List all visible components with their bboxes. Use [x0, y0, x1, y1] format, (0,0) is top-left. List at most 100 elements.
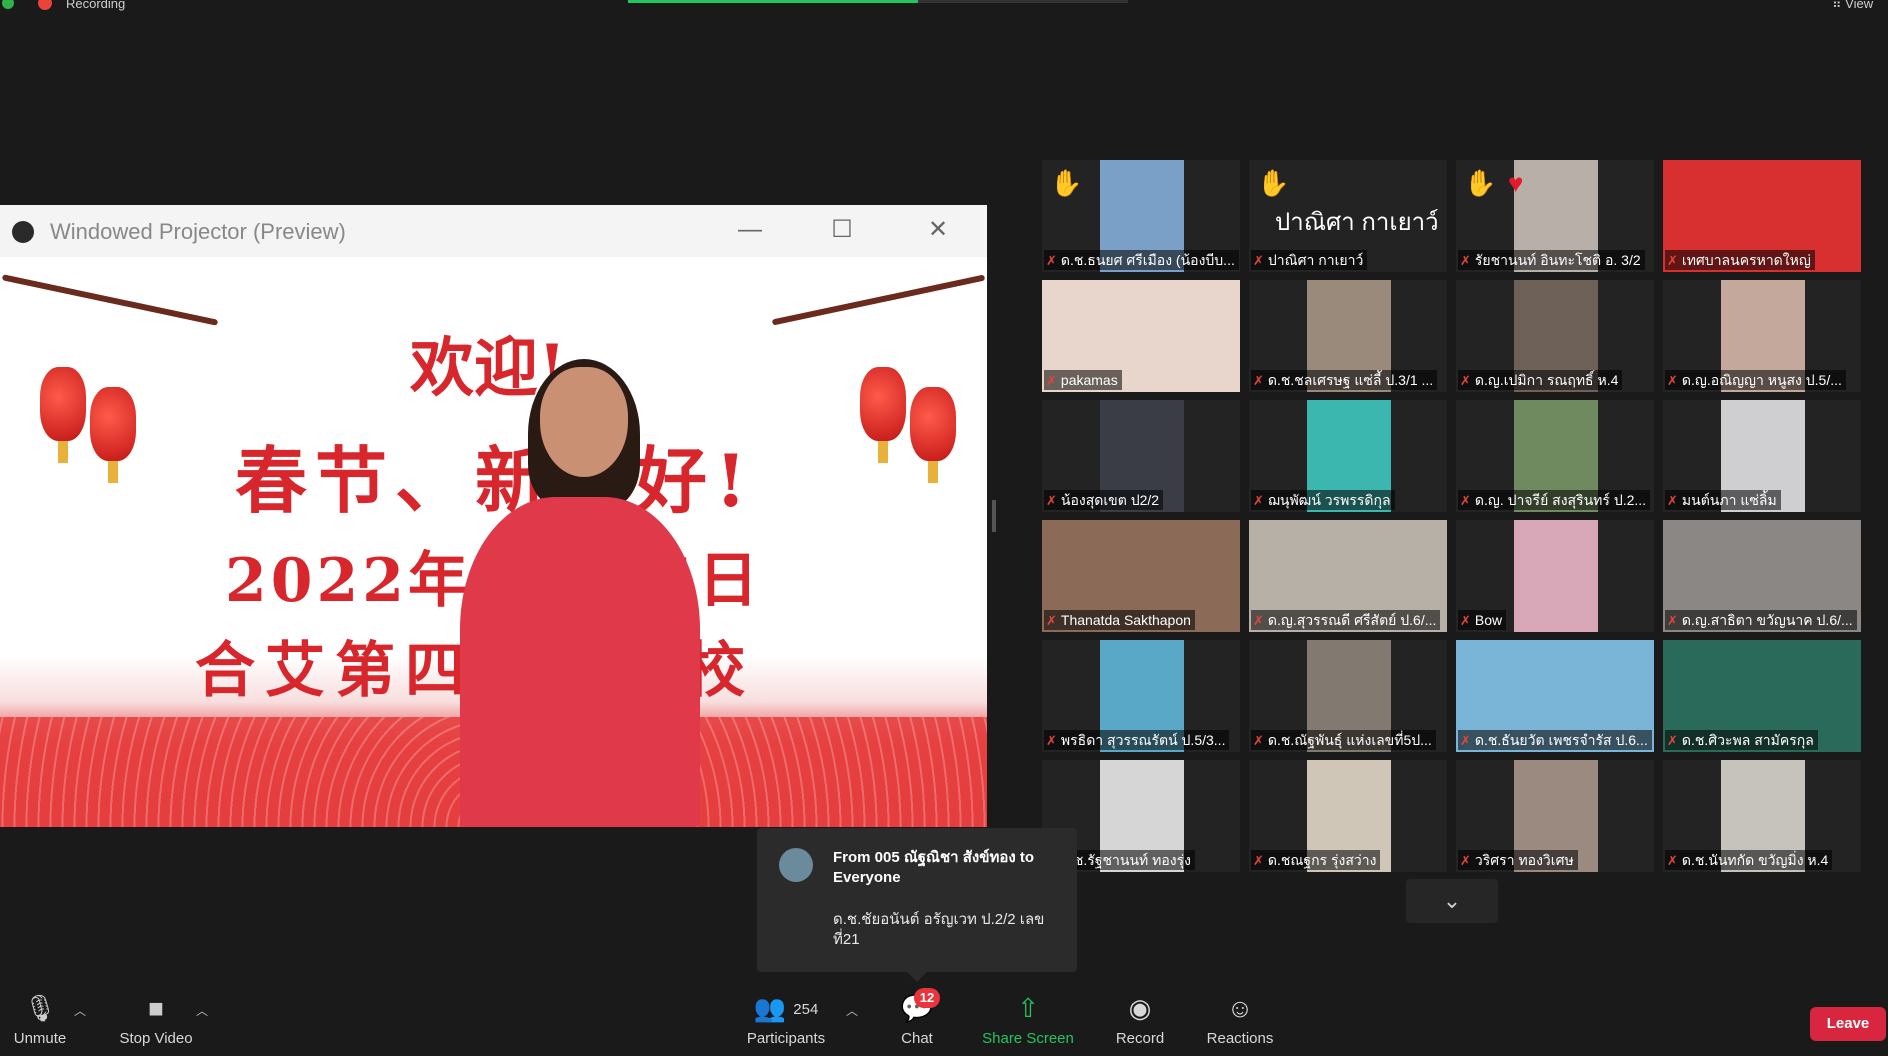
muted-mic-icon: ✗ — [1253, 733, 1264, 748]
emoji-add-icon: ☺ — [1226, 993, 1254, 1023]
participant-tile[interactable]: ✗ มนต์นภา แซ่ลิ้ม — [1663, 400, 1861, 512]
record-icon: ◉ — [1128, 993, 1152, 1023]
participant-display-name: ปาณิศา กาเยาว์ — [1275, 209, 1439, 236]
maximize-icon[interactable]: ☐ — [822, 215, 862, 245]
participant-tile[interactable]: ✗ น้องสุดเขต ป2/2 — [1042, 400, 1240, 512]
muted-mic-icon: ✗ — [1460, 253, 1471, 268]
participant-name-label: ✗ ด.ช.ธันยวัต เพชรจำรัส ป.6... — [1458, 730, 1652, 750]
chat-bubble-icon: 💬 12 — [892, 988, 942, 1024]
participant-tile[interactable]: ✗ ด.ช.ณัฐพันธุ์ แห่งเลขที่5ป... — [1249, 640, 1447, 752]
minimize-icon[interactable]: — — [730, 215, 770, 245]
chat-message: ด.ช.ชัยอนันต์ อรัญเวท ป.2/2 เลขที่21 — [833, 911, 1045, 948]
participant-name: น้องสุดเขต ป2/2 — [1060, 492, 1160, 508]
participant-name: พรธิดา สุวรรณรัตน์ ป.5/3... — [1060, 732, 1226, 748]
muted-mic-icon: ✗ — [1253, 613, 1264, 628]
participants-button[interactable]: 👥 254 Participants — [742, 992, 830, 1047]
record-label: Record — [1115, 1030, 1165, 1047]
security-shield-icon[interactable] — [2, 0, 14, 9]
muted-mic-icon: ✗ — [1667, 493, 1678, 508]
participant-tile[interactable]: ✗ ด.ช.ศิวะพล สามัครกุล — [1663, 640, 1861, 752]
participant-name-label: ✗ ด.ช.นันทกัด ขวัญมิ่ง ห.4 — [1665, 850, 1833, 870]
heart-reaction-icon: ♥ — [1508, 168, 1524, 198]
raised-hand-icon: ✋ — [1050, 168, 1083, 198]
participant-name: ด.ช.รัฐชานนท์ ทองรุ่ง — [1060, 852, 1191, 868]
participant-name: รัยชานนท์ อินทะโชติ อ. 3/2 — [1474, 252, 1641, 268]
audio-options-caret[interactable]: ︿ — [74, 1002, 86, 1019]
video-camera-icon: ■ — [148, 993, 164, 1023]
participant-name: เทศบาลนครหาดใหญ่ — [1681, 252, 1811, 268]
muted-mic-icon: ✗ — [1667, 253, 1678, 268]
muted-mic-icon: ✗ — [1253, 853, 1264, 868]
participant-name-label: ✗ ฌนุพัฒน์ วรพรรดิกุล — [1251, 490, 1395, 510]
participant-name-label: ✗ pakamas — [1044, 370, 1122, 390]
participant-tile[interactable]: ✗ ด.ญ.เปมิกา รณฤทธิ์ ห.4 — [1456, 280, 1654, 392]
lantern-right-1 — [860, 367, 906, 463]
stop-video-button[interactable]: ■ Stop Video — [114, 992, 198, 1047]
progress-fill — [628, 0, 918, 3]
participant-tile[interactable]: ✗ ด.ญ. ปาจรีย์ สงสุรินทร์ ป.2... — [1456, 400, 1654, 512]
participant-name-label: ✗ ด.ญ. ปาจรีย์ สงสุรินทร์ ป.2... — [1458, 490, 1651, 510]
chevron-down-icon: ⌄ — [1442, 888, 1462, 913]
participant-tile[interactable]: ปาณิศา กาเยาว์ ✋ ✗ ปาณิศา กาเยาว์ — [1249, 160, 1447, 272]
participant-name: ด.ญ. ปาจรีย์ สงสุรินทร์ ป.2... — [1474, 492, 1647, 508]
record-button[interactable]: ◉ Record — [1114, 992, 1166, 1047]
participant-name: ด.ช.ศิวะพล สามัครกุล — [1681, 732, 1814, 748]
raised-hand-icon: ✋ — [1257, 168, 1290, 198]
projector-title: Windowed Projector (Preview) — [50, 219, 346, 244]
reactions-button[interactable]: ☺ Reactions — [1204, 992, 1276, 1047]
muted-mic-icon: ✗ — [1046, 493, 1057, 508]
chat-button[interactable]: 💬 12 Chat — [892, 988, 942, 1047]
participant-name-label: ✗ มนต์นภา แซ่ลิ้ม — [1665, 490, 1781, 510]
unmute-button[interactable]: 🎙 Unmute — [8, 992, 72, 1047]
share-screen-button[interactable]: ⇧ Share Screen — [980, 992, 1076, 1047]
participant-tile[interactable]: ✗ Bow — [1456, 520, 1654, 632]
view-button[interactable]: ⠿ View — [1832, 0, 1873, 12]
participant-name-label: ✗ Bow — [1458, 610, 1507, 630]
participant-name: ด.ญ.อณิญญา หนูสง ป.5/... — [1681, 372, 1842, 388]
chat-sender: From 005 ณัฐณิชา สังข์ทอง to Everyone — [833, 849, 1035, 886]
participant-name-label: ✗ ด.ชณฐกร รุ่งสว่าง — [1251, 850, 1381, 870]
chat-label: Chat — [901, 1030, 933, 1047]
participant-name-label: ✗ ปาณิศา กาเยาว์ — [1251, 250, 1368, 270]
grid-icon: ⠿ — [1832, 0, 1846, 11]
stop-video-label: Stop Video — [119, 1030, 193, 1047]
chat-notification[interactable]: From 005 ณัฐณิชา สังข์ทอง to Everyone ด.… — [757, 828, 1077, 982]
recording-label: Recording — [66, 0, 126, 11]
participant-tile[interactable]: ✗ ด.ช.ธันยวัต เพชรจำรัส ป.6... — [1456, 640, 1654, 752]
participant-tile[interactable]: ✗ ด.ญ.อณิญญา หนูสง ป.5/... — [1663, 280, 1861, 392]
lantern-right-2 — [910, 387, 956, 483]
pane-splitter[interactable] — [992, 500, 996, 532]
participant-name: Thanatda Sakthapon — [1060, 612, 1191, 628]
participant-tile[interactable]: ✗ ด.ช.นันทกัด ขวัญมิ่ง ห.4 — [1663, 760, 1861, 872]
close-icon[interactable]: ✕ — [918, 215, 958, 245]
participant-tile[interactable]: ✗ วริศรา ทองวิเศษ — [1456, 760, 1654, 872]
participant-tile[interactable]: ✗ Thanatda Sakthapon — [1042, 520, 1240, 632]
muted-mic-icon: ✗ — [1046, 613, 1057, 628]
participant-name: ด.ช.ธันยวัต เพชรจำรัส ป.6... — [1474, 732, 1648, 748]
participant-name-label: ✗ ด.ช.ณัฐพันธุ์ แห่งเลขที่5ป... — [1251, 730, 1436, 750]
muted-mic-icon: ✗ — [1046, 253, 1057, 268]
gallery-next-page-button[interactable]: ⌄ — [1406, 879, 1498, 923]
participant-tile[interactable]: ✗ ด.ญ.สาธิตา ขวัญนาค ป.6/... — [1663, 520, 1861, 632]
participants-options-caret[interactable]: ︿ — [846, 1002, 858, 1019]
participant-tile[interactable]: ✗ พรธิดา สุวรรณรัตน์ ป.5/3... — [1042, 640, 1240, 752]
participant-tile[interactable]: ✗ ฌนุพัฒน์ วรพรรดิกุล — [1249, 400, 1447, 512]
participant-name-label: ✗ ด.ญ.เปมิกา รณฤทธิ์ ห.4 — [1458, 370, 1623, 390]
muted-mic-icon: ✗ — [1253, 493, 1264, 508]
participant-tile[interactable]: ✋ ♥ ✗ รัยชานนท์ อินทะโชติ อ. 3/2 — [1456, 160, 1654, 272]
participant-name-label: ✗ ด.ช.ธนยศ ศรีเมือง (น้องบีบ... — [1044, 250, 1239, 270]
leave-meeting-button[interactable]: Leave — [1810, 1007, 1886, 1041]
video-options-caret[interactable]: ︿ — [196, 1002, 208, 1019]
participant-tile[interactable]: ✗ เทศบาลนครหาดใหญ่ — [1663, 160, 1861, 272]
participant-tile[interactable]: ✋ ✗ ด.ช.ธนยศ ศรีเมือง (น้องบีบ... — [1042, 160, 1240, 272]
projector-titlebar: Windowed Projector (Preview) — ☐ ✕ — [0, 205, 987, 257]
muted-mic-icon: ✗ — [1460, 853, 1471, 868]
participant-tile[interactable]: ✗ ด.ช.ชลเศรษฐ แซ่ลี้ ป.3/1 ... — [1249, 280, 1447, 392]
participant-tile[interactable]: ✗ ด.ชณฐกร รุ่งสว่าง — [1249, 760, 1447, 872]
meeting-top-bar: Recording ⠿ View — [0, 0, 1888, 12]
lantern-left-1 — [40, 367, 86, 463]
share-screen-icon: ⇧ — [1017, 993, 1039, 1023]
participant-name-label: ✗ รัยชานนท์ อินทะโชติ อ. 3/2 — [1458, 250, 1645, 270]
participant-tile[interactable]: ✗ ด.ญ.สุวรรณดี ศรีสัตย์ ป.6/... — [1249, 520, 1447, 632]
participant-tile[interactable]: ✗ pakamas — [1042, 280, 1240, 392]
